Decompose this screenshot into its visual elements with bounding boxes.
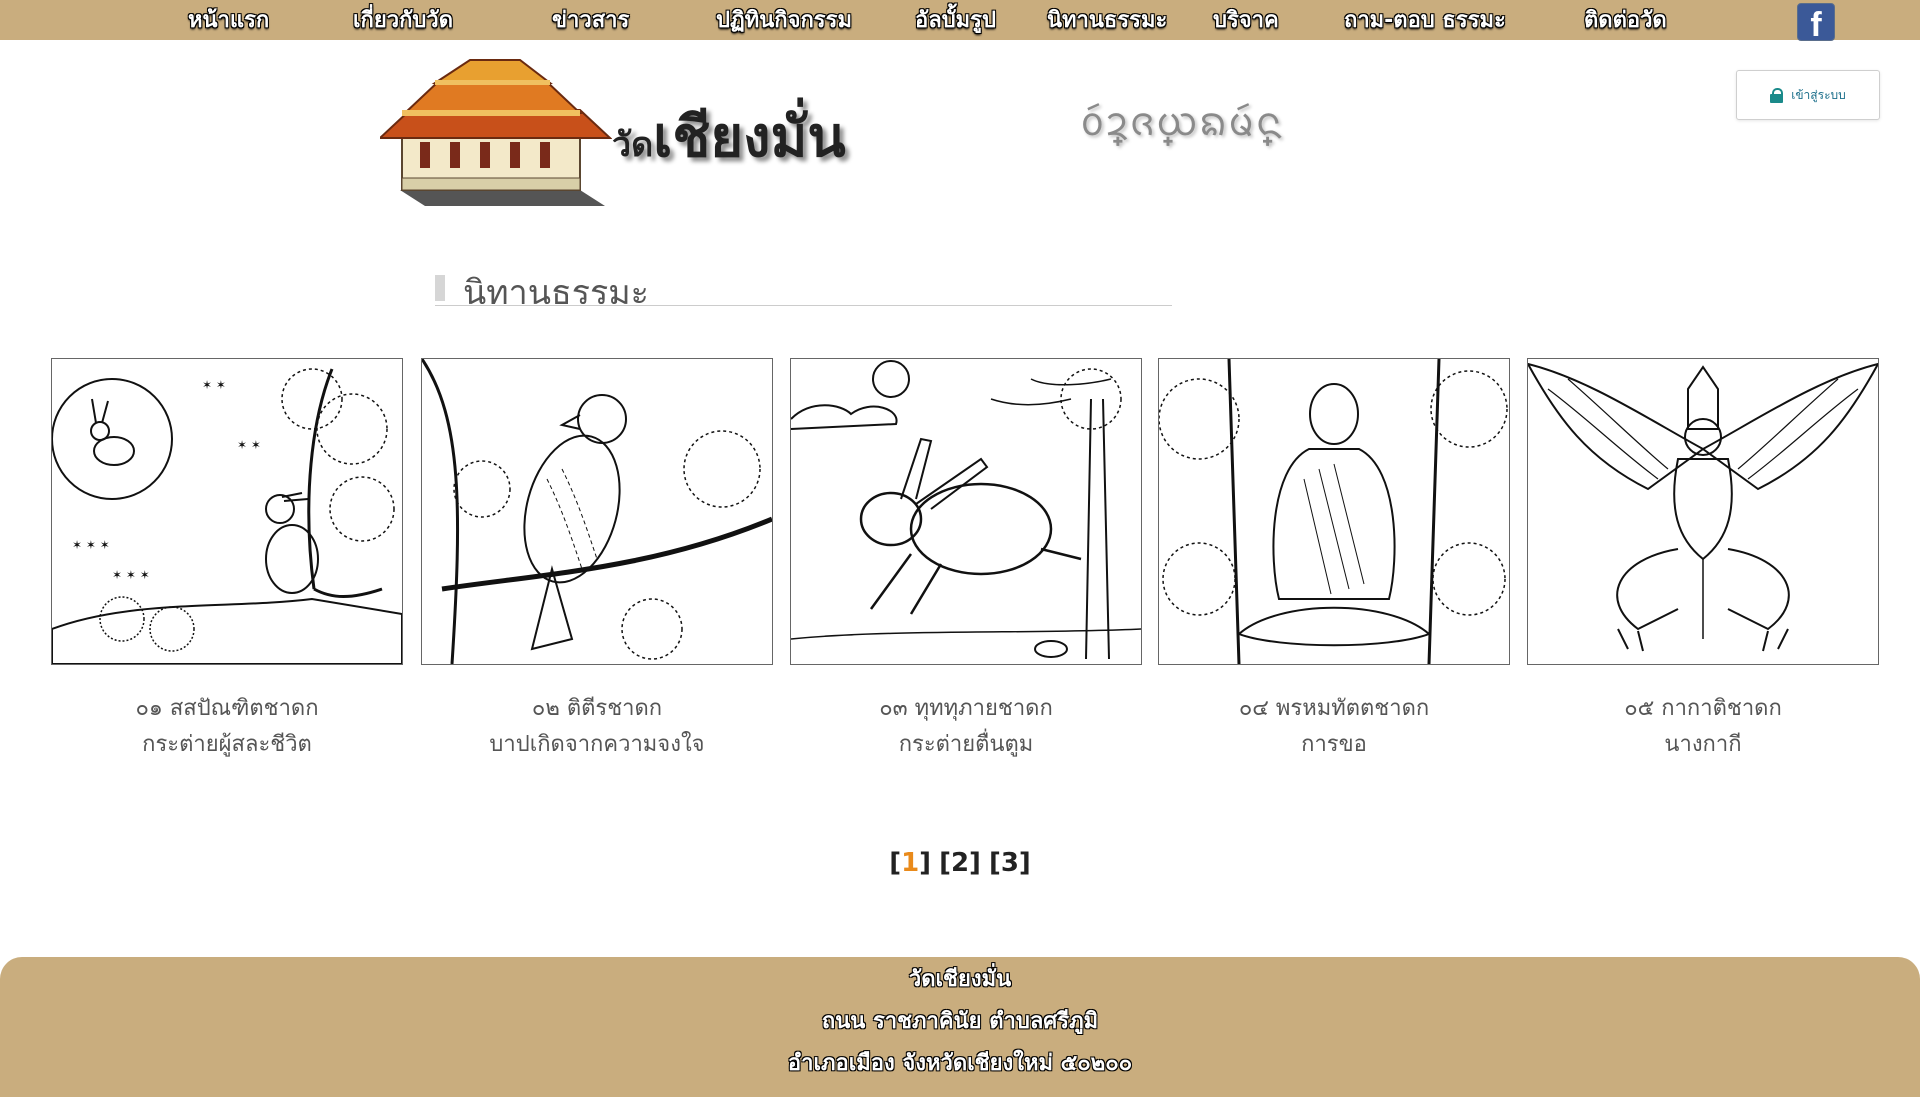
- story-card[interactable]: ๐๒ ติตีรชาดก บาปเกิดจากความจงใจ: [421, 358, 773, 763]
- story-caption[interactable]: ๐๒ ติตีรชาดก บาปเกิดจากความจงใจ: [421, 691, 773, 763]
- story-title: ๐๒ ติตีรชาดก: [531, 696, 663, 721]
- svg-text:✶ ✶: ✶ ✶: [237, 438, 261, 452]
- story-subtitle: การขอ: [1301, 732, 1367, 757]
- section-heading: นิทานธรรมะ: [435, 265, 1172, 313]
- story-caption[interactable]: ๐๓ ทุททุภายชาดก กระต่ายตื่นตูม: [790, 691, 1142, 763]
- temple-logo[interactable]: [380, 58, 612, 206]
- garuda-illustration[interactable]: [1527, 358, 1879, 665]
- pagination: [1] [2] [3]: [0, 848, 1920, 878]
- svg-text:✶ ✶ ✶: ✶ ✶ ✶: [72, 538, 110, 552]
- footer-address-city: อำเภอเมือง จังหวัดเชียงใหม่ ๕๐๒๐๐: [787, 1051, 1133, 1076]
- story-title: ๐๔ พรหมทัตตชาดก: [1238, 696, 1430, 721]
- story-subtitle: กระต่ายผู้สละชีวิต: [142, 732, 312, 757]
- nav-item-donate[interactable]: บริจาค: [1213, 0, 1279, 40]
- facebook-icon[interactable]: f: [1797, 3, 1835, 41]
- login-label: เข้าสู่ระบบ: [1791, 87, 1846, 102]
- story-caption[interactable]: ๐๔ พรหมทัตตชาดก การขอ: [1158, 691, 1510, 763]
- story-subtitle: นางกากี: [1664, 732, 1742, 757]
- bird-branch-illustration[interactable]: [421, 358, 773, 665]
- nav-item-home[interactable]: หน้าแรก: [188, 0, 269, 40]
- story-title: ๐๑ สสปัณฑิตชาดก: [135, 696, 319, 721]
- nav-item-about[interactable]: เกี่ยวกับวัด: [353, 0, 453, 40]
- nav-item-dharma-tales[interactable]: นิทานธรรมะ: [1047, 0, 1167, 40]
- footer: วัดเชียงมั่น ถนน ราชภาคินัย ตำบลศรีภูมิ …: [0, 957, 1920, 1097]
- nav-item-contact[interactable]: ติดต่อวัด: [1584, 0, 1667, 40]
- story-card[interactable]: ✶ ✶ ✶ ✶ ✶ ✶ ✶ ✶ ✶ ✶ ๐๑ สสปัณฑิตชาดก กระต…: [51, 358, 403, 763]
- page-link-2[interactable]: [2]: [939, 848, 981, 878]
- story-title: ๐๕ กากาติชาดก: [1624, 696, 1782, 721]
- story-caption[interactable]: ๐๕ กากาติชาดก นางกากี: [1527, 691, 1879, 763]
- section-title: นิทานธรรมะ: [463, 273, 649, 313]
- nav-item-qa[interactable]: ถาม-ตอบ ธรรมะ: [1344, 0, 1506, 40]
- top-nav: หน้าแรก เกี่ยวกับวัด ข่าวสาร ปฏิทินกิจกร…: [0, 0, 1920, 41]
- site-brand[interactable]: วัดเชียงมั่น: [612, 92, 846, 172]
- page-link-1[interactable]: [1]: [889, 848, 931, 878]
- story-card[interactable]: ๐๕ กากาติชาดก นางกากี: [1527, 358, 1879, 763]
- story-subtitle: บาปเกิดจากความจงใจ: [489, 732, 705, 757]
- footer-address-street: ถนน ราชภาคินัย ตำบลศรีภูมิ: [821, 1009, 1099, 1034]
- story-title: ๐๓ ทุททุภายชาดก: [879, 696, 1053, 721]
- nav-item-album[interactable]: อัลบั้มรูป: [915, 0, 996, 40]
- svg-text:✶ ✶: ✶ ✶: [202, 378, 226, 392]
- page-link-3[interactable]: [3]: [989, 848, 1031, 878]
- svg-text:✶ ✶ ✶: ✶ ✶ ✶: [112, 568, 150, 582]
- lock-icon: [1770, 88, 1784, 103]
- brand-name: เชียงมั่น: [653, 105, 846, 170]
- footer-temple-name: วัดเชียงมั่น: [908, 967, 1012, 992]
- story-subtitle: กระต่ายตื่นตูม: [898, 732, 1034, 757]
- nav-item-calendar[interactable]: ปฏิทินกิจกรรม: [716, 0, 852, 40]
- story-card[interactable]: ๐๔ พรหมทัตตชาดก การขอ: [1158, 358, 1510, 763]
- rabbit-moon-illustration[interactable]: ✶ ✶ ✶ ✶ ✶ ✶ ✶ ✶ ✶ ✶: [51, 358, 403, 665]
- login-button[interactable]: เข้าสู่ระบบ: [1736, 70, 1880, 120]
- lanna-script-title: ᩅᩢ᩠ᨯᨩ᩠ᨿᨦᨾᩢ᩠ᨶ: [1080, 99, 1284, 145]
- story-caption[interactable]: ๐๑ สสปัณฑิตชาดก กระต่ายผู้สละชีวิต: [51, 691, 403, 763]
- running-rabbit-illustration[interactable]: [790, 358, 1142, 665]
- heading-marker: [435, 275, 445, 301]
- brand-prefix: วัด: [612, 125, 654, 165]
- nav-item-news[interactable]: ข่าวสาร: [552, 0, 629, 40]
- meditating-monk-illustration[interactable]: [1158, 358, 1510, 665]
- story-card[interactable]: ๐๓ ทุททุภายชาดก กระต่ายตื่นตูม: [790, 358, 1142, 763]
